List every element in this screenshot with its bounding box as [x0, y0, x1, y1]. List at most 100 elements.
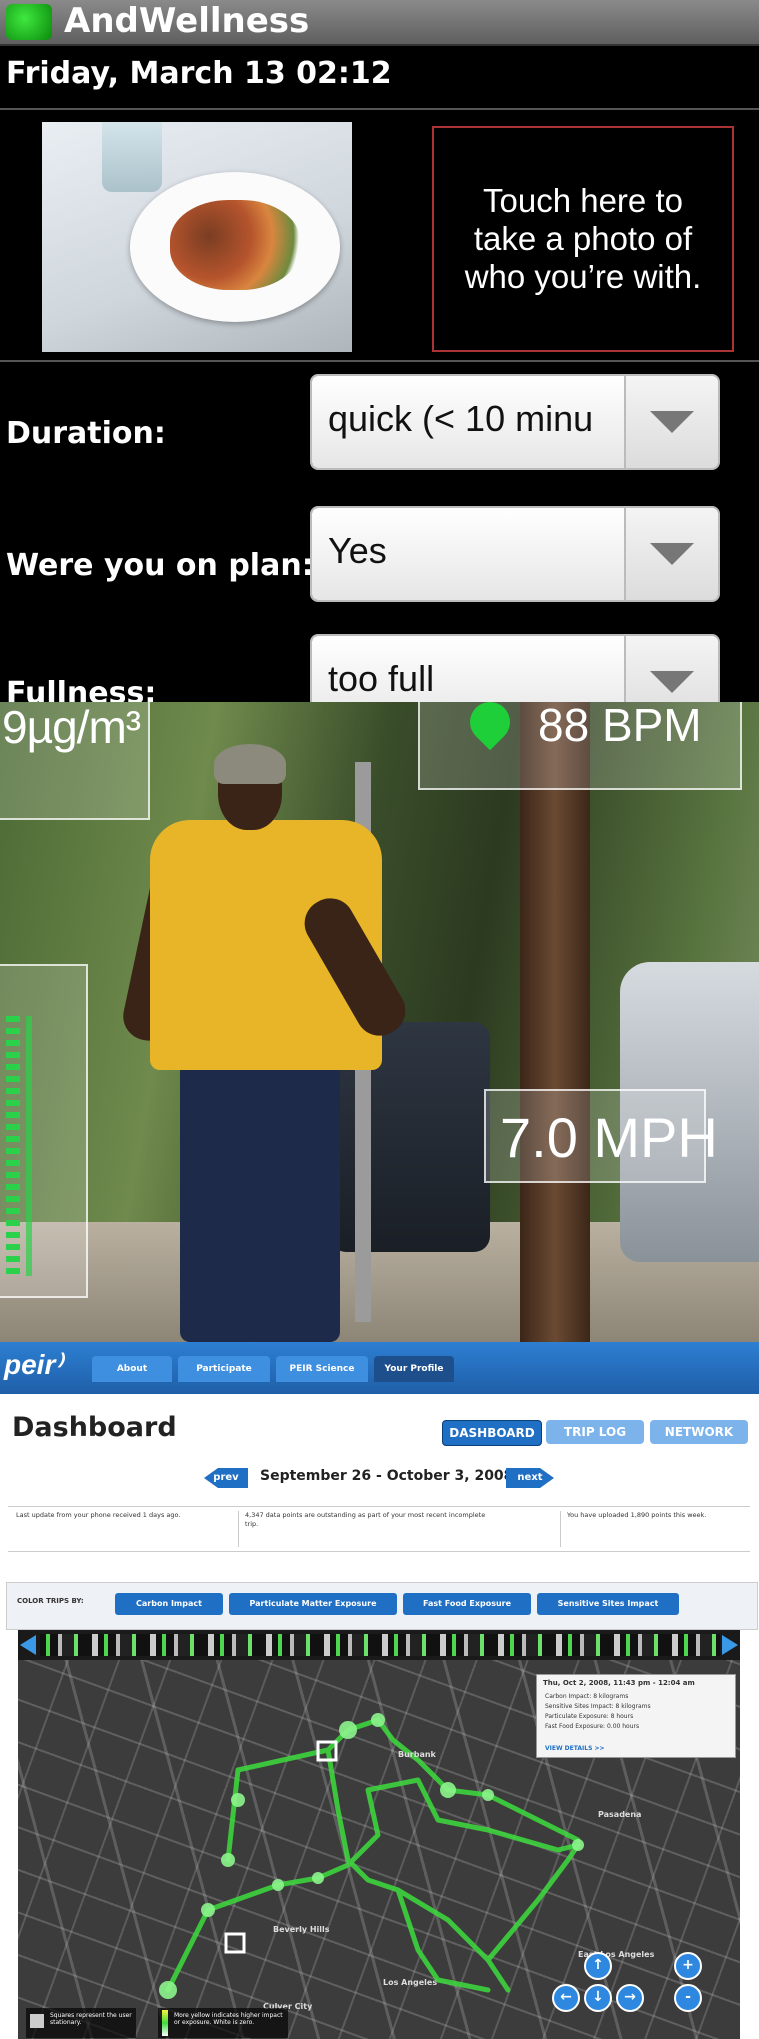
color-by-particulate-button[interactable]: Particulate Matter Exposure [229, 1593, 397, 1615]
uploaded-points-info: You have uploaded 1,890 points this week… [560, 1511, 747, 1547]
tab-trip-log[interactable]: TRIP LOG [546, 1420, 644, 1444]
tab-participate[interactable]: Participate [178, 1356, 270, 1382]
runner-cap [214, 744, 286, 784]
popup-line: Carbon Impact: 8 kilograms [545, 1693, 629, 1700]
route-point [371, 1713, 385, 1727]
peir-dashboard: peir⁾ About Participate PEIR Science You… [0, 1342, 759, 2039]
fullness-dropdown[interactable]: too full [312, 636, 718, 702]
pan-left-button[interactable]: ← [552, 1984, 580, 2012]
speed: 7.0 MPH [500, 1106, 718, 1169]
legend-text: Squares represent the user stationary. [50, 2012, 132, 2026]
route-point [312, 1872, 324, 1884]
stationary-square [224, 1932, 246, 1954]
color-by-sensitive-sites-button[interactable]: Sensitive Sites Impact [537, 1593, 679, 1615]
on-plan-value: Yes [328, 530, 387, 571]
signal-overlay [0, 964, 88, 1298]
zoom-out-button[interactable]: - [674, 1984, 702, 2012]
route-path [395, 1887, 491, 1993]
duration-label: Duration: [6, 416, 166, 451]
route-point [231, 1793, 245, 1807]
legend-text: More yellow indicates higher impact or e… [174, 2012, 283, 2026]
app-title: AndWellness [64, 1, 310, 41]
peir-logo[interactable]: peir⁾ [4, 1348, 62, 1381]
route-point [339, 1721, 357, 1739]
map-label-los-angeles: Los Angeles [383, 1978, 438, 1987]
app-title-bar: AndWellness [0, 0, 759, 46]
page-title: Dashboard [12, 1412, 177, 1443]
top-nav: peir⁾ About Participate PEIR Science You… [0, 1342, 759, 1394]
route-point [440, 1782, 456, 1798]
signal-line [26, 1016, 32, 1276]
pm-overlay: 9µg/m³ [0, 702, 150, 820]
pan-right-button[interactable]: → [616, 1984, 644, 2012]
tab-about[interactable]: About [92, 1356, 172, 1382]
food-image [170, 200, 300, 290]
heart-rate-overlay: 88 BPM [418, 702, 742, 790]
app-logo-icon [6, 4, 52, 40]
trip-details-popup: Thu, Oct 2, 2008, 11:43 pm - 12:04 am Ca… [536, 1674, 736, 1758]
outstanding-points-info: 4,347 data points are outstanding as par… [238, 1511, 495, 1547]
trip-map[interactable]: Los Angeles Burbank Pasadena Beverly Hil… [18, 1660, 740, 2039]
view-details-link[interactable]: VIEW DETAILS >> [545, 1745, 605, 1752]
plate-image [130, 172, 340, 322]
date-bar: Friday, March 13 02:12 [0, 46, 759, 110]
route-point [482, 1789, 494, 1801]
route-point [201, 1903, 215, 1917]
color-scale-icon [162, 2010, 168, 2036]
timeline-right-arrow-icon[interactable] [722, 1635, 738, 1655]
pm-reading: 9µg/m³ [2, 702, 141, 753]
popup-line: Fast Food Exposure: 0.00 hours [545, 1723, 640, 1730]
timeline-left-arrow-icon[interactable] [20, 1635, 36, 1655]
duration-dropdown[interactable]: quick (< 10 minu [312, 376, 718, 468]
heart-icon [461, 702, 519, 751]
route-point [572, 1839, 584, 1851]
zoom-in-button[interactable]: + [674, 1952, 702, 1980]
runner-pants [180, 1062, 340, 1342]
timeline-strip[interactable] [40, 1634, 720, 1656]
trip-timeline[interactable] [18, 1630, 740, 1660]
heart-rate: 88 BPM [538, 702, 702, 751]
pan-up-button[interactable]: ↑ [584, 1952, 612, 1980]
tab-dashboard[interactable]: DASHBOARD [442, 1420, 542, 1446]
on-plan-dropdown[interactable]: Yes [312, 508, 718, 600]
on-plan-label: Were you on plan: [6, 548, 314, 583]
color-trips-label: COLOR TRIPS BY: [17, 1597, 84, 1605]
color-trips-bar: COLOR TRIPS BY: Carbon Impact Particulat… [6, 1582, 758, 1630]
meal-photo[interactable] [42, 122, 352, 352]
signal-bars [6, 1016, 20, 1276]
last-update-info: Last update from your phone received 1 d… [16, 1511, 181, 1519]
divider [0, 360, 759, 362]
next-week-button[interactable]: next [506, 1468, 554, 1488]
speed-overlay: 7.0 MPH [484, 1089, 718, 1183]
color-by-carbon-button[interactable]: Carbon Impact [115, 1593, 223, 1615]
runner-photo: 9µg/m³ 88 BPM 7.0 MPH [0, 702, 759, 1342]
color-by-fast-food-button[interactable]: Fast Food Exposure [403, 1593, 531, 1615]
utility-pole [520, 702, 590, 1342]
take-photo-button[interactable]: Touch here to take a photo of who you’re… [432, 126, 734, 352]
stationary-markers [224, 1740, 338, 1954]
pan-down-button[interactable]: ↓ [584, 1984, 612, 2012]
route-points [159, 1713, 584, 1999]
prev-week-button[interactable]: prev [204, 1468, 248, 1488]
fullness-label: Fullness: [6, 676, 157, 702]
tab-peir-science[interactable]: PEIR Science [276, 1356, 368, 1382]
date-range: September 26 - October 3, 2008 [260, 1468, 514, 1484]
glass-image [102, 122, 162, 192]
date-time: Friday, March 13 02:12 [6, 56, 392, 91]
legend-stationary: Squares represent the user stationary. [26, 2008, 136, 2038]
chevron-down-icon[interactable] [624, 376, 718, 468]
chevron-down-icon[interactable] [624, 508, 718, 600]
chevron-down-icon[interactable] [624, 636, 718, 702]
map-label-burbank: Burbank [398, 1750, 436, 1759]
map-label-pasadena: Pasadena [598, 1810, 642, 1819]
popup-line: Sensitive Sites Impact: 8 kilograms [545, 1703, 651, 1710]
route-point [221, 1853, 235, 1867]
status-row: Last update from your phone received 1 d… [8, 1506, 750, 1552]
fullness-value: too full [328, 658, 435, 699]
tab-your-profile[interactable]: Your Profile [374, 1356, 454, 1382]
map-label-beverly-hills: Beverly Hills [273, 1925, 330, 1934]
route-point [272, 1879, 284, 1891]
duration-value: quick (< 10 minu [328, 398, 594, 439]
tab-network[interactable]: NETWORK [650, 1420, 748, 1444]
square-legend-icon [30, 2014, 44, 2028]
